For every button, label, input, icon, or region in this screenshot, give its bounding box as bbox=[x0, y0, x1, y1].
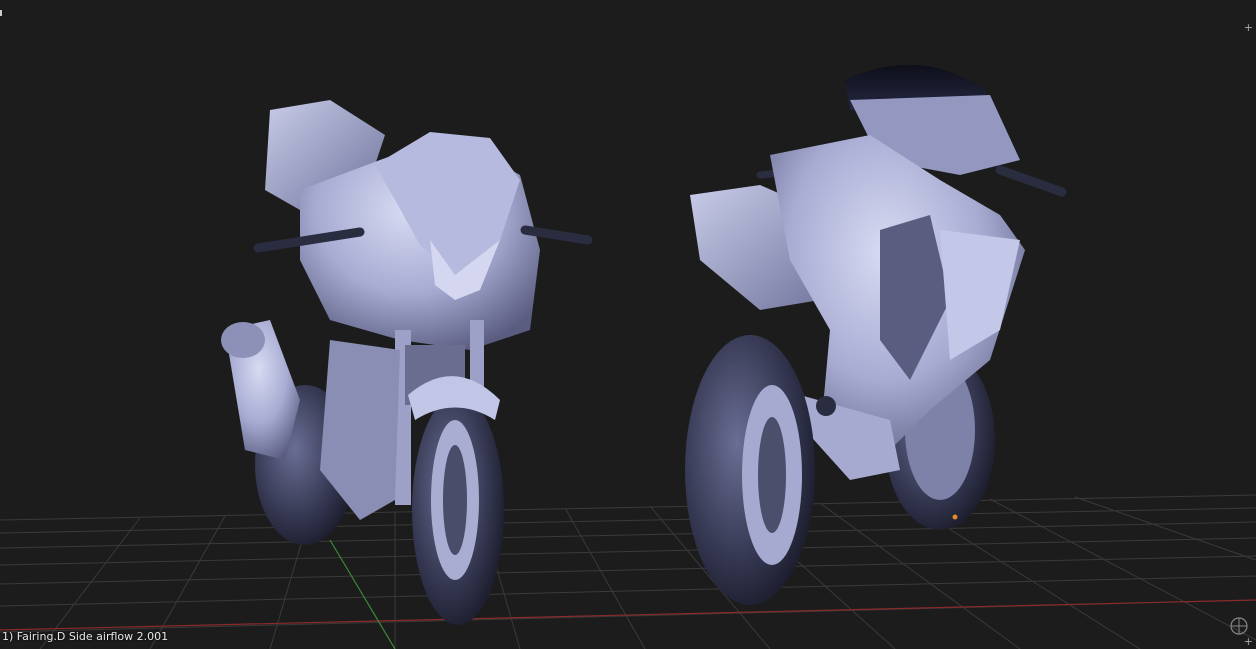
motorcycle-model-rear[interactable] bbox=[685, 64, 1067, 605]
viewport-corner-mark bbox=[0, 10, 2, 16]
active-object-label: 1) Fairing.D Side airflow 2.001 bbox=[2, 630, 169, 643]
plus-icon[interactable]: + bbox=[1244, 22, 1253, 33]
3d-viewport[interactable]: + + 1) Fairing.D Side airflow 2.001 bbox=[0, 0, 1256, 649]
x-axis-line bbox=[0, 599, 1256, 631]
view-gizmo-icon[interactable] bbox=[1228, 615, 1250, 637]
viewport-scene[interactable] bbox=[0, 0, 1256, 649]
plus-icon[interactable]: + bbox=[1244, 636, 1253, 647]
motorcycle-model-front[interactable] bbox=[221, 100, 593, 625]
